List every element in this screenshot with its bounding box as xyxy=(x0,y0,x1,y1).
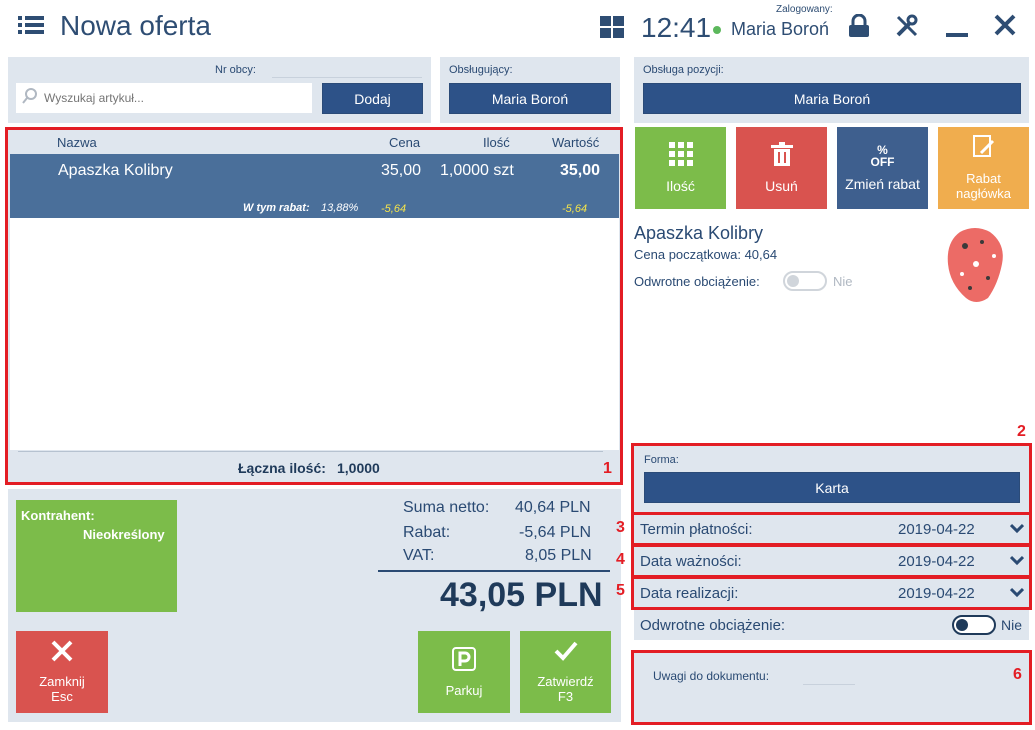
quantity-button[interactable]: Ilość xyxy=(635,127,726,209)
annotation-box-3 xyxy=(631,512,1032,546)
annotation-number-4: 4 xyxy=(616,551,625,568)
foreign-nr-underline xyxy=(272,77,422,78)
vat-label: VAT: xyxy=(403,547,435,564)
delete-label: Usuń xyxy=(765,178,798,194)
logged-label: Zalogowany: xyxy=(776,4,833,15)
foreign-nr-label: Nr obcy: xyxy=(215,64,256,76)
annotation-number-3: 3 xyxy=(616,519,625,536)
grid-view-icon[interactable] xyxy=(600,16,624,43)
discount-value: -5,64 PLN xyxy=(519,524,592,541)
annotation-box-5 xyxy=(631,576,1032,610)
product-image xyxy=(940,224,1010,314)
header-discount-button[interactable]: Rabat nagłówka xyxy=(938,127,1029,209)
off-text: OFF xyxy=(870,155,895,169)
summary-divider xyxy=(378,570,610,572)
discount-label: Rabat: xyxy=(403,524,451,541)
close-button[interactable]: Zamknij Esc xyxy=(16,631,108,713)
position-handler-label: Obsługa pozycji: xyxy=(643,64,724,76)
net-sum-value: 40,64 PLN xyxy=(515,499,591,516)
annotation-box-2 xyxy=(631,443,1032,515)
search-field[interactable] xyxy=(44,91,304,105)
quantity-label: Ilość xyxy=(666,178,695,194)
header-discount-label-2: nagłówka xyxy=(956,186,1011,201)
annotation-box-4 xyxy=(631,544,1032,578)
lock-icon[interactable] xyxy=(848,13,870,43)
annotation-box-6 xyxy=(631,650,1032,725)
park-button[interactable]: Parkuj xyxy=(418,631,510,713)
change-discount-button[interactable]: % OFF Zmień rabat xyxy=(837,127,928,209)
contractor-label: Kontrahent: xyxy=(21,508,95,523)
close-window-icon[interactable] xyxy=(994,14,1016,41)
grid-icon xyxy=(668,142,693,170)
online-dot xyxy=(713,26,721,34)
trash-icon xyxy=(770,142,793,170)
doc-reverse-label: Odwrotne obciążenie: xyxy=(640,616,786,634)
header-discount-label-1: Rabat xyxy=(966,171,1001,186)
annotation-box-1 xyxy=(5,127,623,485)
contractor-value: Nieokreślony xyxy=(83,527,165,542)
change-discount-label: Zmień rabat xyxy=(845,176,920,192)
close-icon xyxy=(51,640,73,666)
delete-button[interactable]: Usuń xyxy=(736,127,827,209)
confirm-label: Zatwierdź xyxy=(537,674,594,689)
confirm-key: F3 xyxy=(557,689,574,704)
close-label: Zamknij xyxy=(39,674,85,689)
search-icon xyxy=(22,87,38,109)
net-sum-label: Suma netto: xyxy=(403,499,490,516)
minimize-icon[interactable] xyxy=(946,33,968,37)
vat-value: 8,05 PLN xyxy=(525,547,592,564)
item-reverse-value: Nie xyxy=(833,274,853,289)
annotation-number-5: 5 xyxy=(616,582,625,599)
logged-user[interactable]: Maria Boroń xyxy=(731,19,829,40)
item-base-price: Cena początkowa: 40,64 xyxy=(634,247,778,262)
close-key: Esc xyxy=(51,689,73,704)
toggle-knob xyxy=(787,275,799,287)
page-title: Nowa oferta xyxy=(60,10,211,41)
edit-document-icon xyxy=(972,135,995,163)
checkmark-icon xyxy=(554,640,578,666)
parking-icon xyxy=(452,646,476,675)
doc-reverse-toggle[interactable] xyxy=(952,615,996,635)
handler-select[interactable]: Maria Boroń xyxy=(449,83,611,114)
item-reverse-label: Odwrotne obciążenie: xyxy=(634,274,760,289)
tools-icon[interactable] xyxy=(895,14,919,43)
search-input[interactable] xyxy=(16,83,312,113)
menu-icon[interactable] xyxy=(18,14,44,36)
position-handler-select[interactable]: Maria Boroń xyxy=(643,83,1021,114)
annotation-number-6: 6 xyxy=(1013,666,1022,683)
grand-total: 43,05 PLN xyxy=(440,576,603,614)
doc-reverse-value: Nie xyxy=(1001,617,1023,633)
toggle-knob xyxy=(956,619,968,631)
annotation-number-2: 2 xyxy=(1017,423,1026,440)
annotation-number-1: 1 xyxy=(603,460,612,477)
add-button[interactable]: Dodaj xyxy=(322,83,423,114)
clock: 12:41 xyxy=(641,12,712,43)
park-label: Parkuj xyxy=(445,682,483,698)
percent-off-icon: % OFF xyxy=(871,144,895,168)
confirm-button[interactable]: Zatwierdź F3 xyxy=(520,631,611,713)
item-name: Apaszka Kolibry xyxy=(634,223,764,243)
item-reverse-toggle[interactable] xyxy=(783,271,827,291)
handler-label: Obsługujący: xyxy=(449,64,513,76)
